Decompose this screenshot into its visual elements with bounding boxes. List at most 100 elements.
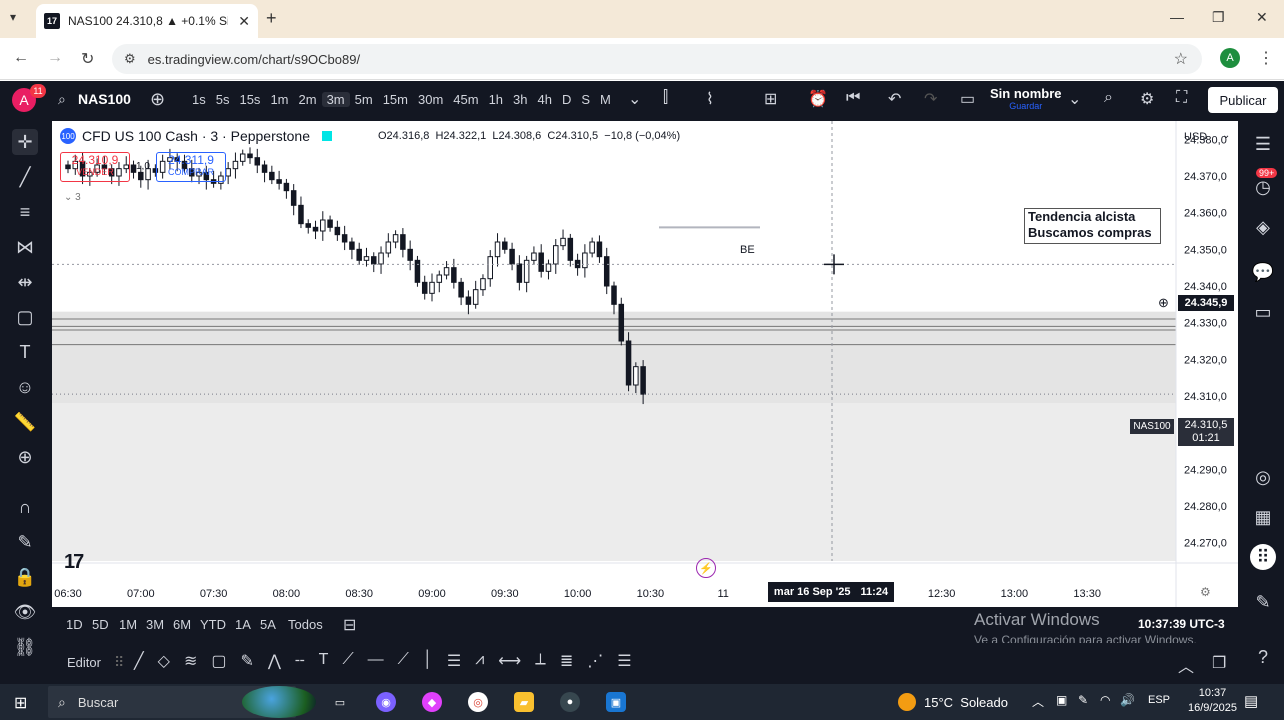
layout-square-icon[interactable]: ▭ — [960, 89, 975, 109]
undo-icon[interactable]: ↶ — [888, 89, 901, 109]
layers-icon[interactable]: ◈ — [1250, 214, 1276, 240]
layouts-icon[interactable]: ⊞ — [764, 89, 777, 109]
interval-1s[interactable]: 1s — [187, 92, 211, 107]
weather-widget[interactable]: 15°C Soleado — [898, 693, 1008, 711]
collapse-up-icon[interactable]: ︿ — [1178, 653, 1194, 677]
browser-menu-icon[interactable]: ⋮ — [1258, 48, 1274, 68]
path-tool-icon[interactable]: ⋀ — [268, 651, 281, 671]
channel-tool-icon[interactable]: ≋ — [184, 651, 197, 671]
interval-D[interactable]: D — [557, 92, 576, 107]
maximize-panel-icon[interactable]: ❐ — [1212, 653, 1226, 673]
interval-2m[interactable]: 2m — [294, 92, 322, 107]
currency-label[interactable]: USD — [1184, 131, 1207, 143]
interval-M[interactable]: M — [595, 92, 616, 107]
date-range-tool-icon[interactable]: ⟷ — [498, 651, 521, 671]
text-tool-icon[interactable]: T — [12, 339, 38, 365]
eye-icon[interactable]: 👁 — [12, 599, 38, 625]
interval-3h[interactable]: 3h — [508, 92, 532, 107]
zigzag-icon[interactable]: ⩘ — [475, 651, 484, 671]
shapes-tool-icon[interactable]: ▢ — [12, 304, 38, 330]
interval-5s[interactable]: 5s — [211, 92, 235, 107]
horizontal-line-icon[interactable]: — — [368, 651, 384, 671]
range-5A[interactable]: 5A — [260, 617, 276, 632]
diamond-tool-icon[interactable]: ◇ — [158, 651, 170, 671]
taskbar-clock[interactable]: 10:37 16/9/2025 — [1188, 686, 1237, 716]
close-tab-icon[interactable]: ✕ — [238, 13, 250, 30]
chrome-icon[interactable]: ◎ — [468, 692, 488, 712]
range-5D[interactable]: 5D — [92, 617, 109, 632]
buy-button[interactable]: 24.311,9 COMPRAR — [156, 152, 226, 182]
interval-15m[interactable]: 15m — [378, 92, 413, 107]
interval-5m[interactable]: 5m — [350, 92, 378, 107]
wifi-icon[interactable]: ◠ — [1100, 693, 1110, 707]
tab-search-chevron-icon[interactable]: ▾ — [10, 10, 16, 24]
chart-pen-icon[interactable]: ✎ — [1250, 589, 1276, 615]
task-view-icon[interactable]: ▭ — [330, 692, 350, 712]
indicators-icon[interactable]: ⌇ — [706, 89, 714, 109]
interval-dropdown-icon[interactable]: ⌄ — [628, 89, 641, 109]
line-tool-icon[interactable]: ╱ — [134, 651, 144, 671]
rect-tool-icon[interactable]: ▢ — [211, 651, 226, 671]
brush-tool-icon[interactable]: ✎ — [240, 651, 253, 671]
replay-icon[interactable]: ⏮ — [846, 89, 860, 107]
magnet-icon[interactable]: ∩ — [12, 494, 38, 520]
parallel-channel-icon[interactable]: ☰ — [447, 651, 461, 671]
utc-clock[interactable]: 10:37:39 UTC-3 — [1138, 617, 1225, 631]
back-icon[interactable]: ← — [13, 49, 29, 67]
notification-center-icon[interactable]: ▤ — [1244, 692, 1258, 710]
forecast-tool-icon[interactable]: ⇹ — [12, 269, 38, 295]
range-Todos[interactable]: Todos — [288, 617, 323, 632]
profile-avatar[interactable]: A — [1220, 48, 1240, 68]
fullscreen-icon[interactable]: ⛶ — [1176, 89, 1187, 107]
fib-channel-icon[interactable]: ≣ — [560, 651, 573, 671]
restore-icon[interactable]: ❐ — [1212, 9, 1225, 26]
compare-symbol-icon[interactable]: ⊕ — [150, 89, 165, 110]
obs-icon[interactable]: ● — [560, 692, 580, 712]
tray-pen-icon[interactable]: ✎ — [1078, 693, 1088, 707]
link-icon[interactable]: ⛓ — [12, 634, 38, 660]
range-YTD[interactable]: YTD — [200, 617, 226, 632]
more-tools-icon[interactable]: ☰ — [617, 651, 631, 671]
vertical-line-icon[interactable]: │ — [423, 651, 433, 671]
candle-type-icon[interactable]: ⫿ — [663, 89, 668, 107]
chat-icon[interactable]: 💬 — [1250, 259, 1276, 285]
range-1A[interactable]: 1A — [235, 617, 251, 632]
new-tab-icon[interactable]: + — [266, 8, 277, 29]
sell-button[interactable]: 24.310,9 VENDER — [60, 152, 130, 182]
site-info-icon[interactable]: ⚙ — [124, 51, 136, 67]
interval-3m[interactable]: 3m — [321, 92, 350, 107]
url-bar[interactable]: ⚙ es.tradingview.com/chart/s9OCbo89/ ☆ — [112, 44, 1202, 74]
zone-rect[interactable] — [52, 311, 1176, 404]
help-icon[interactable]: ? — [1250, 644, 1276, 670]
interval-45m[interactable]: 45m — [448, 92, 483, 107]
ideas-icon[interactable]: ▭ — [1250, 299, 1276, 325]
interval-15s[interactable]: 15s — [234, 92, 265, 107]
layout-dropdown-icon[interactable]: ⌄ — [1068, 89, 1081, 109]
teams-icon[interactable]: ◉ — [376, 692, 396, 712]
pencil-lock-icon[interactable]: ✎ — [12, 529, 38, 555]
range-1D[interactable]: 1D — [66, 617, 83, 632]
fib-tool-icon[interactable]: ≡ — [12, 199, 38, 225]
axis-settings-gear-icon[interactable]: ⚙ — [1200, 585, 1211, 599]
app-icon[interactable]: ▣ — [606, 692, 626, 712]
ruler-icon[interactable]: 📏 — [12, 409, 38, 435]
file-explorer-icon[interactable]: ▰ — [514, 692, 534, 712]
tray-camera-icon[interactable]: ▣ — [1056, 693, 1067, 707]
interval-1m[interactable]: 1m — [265, 92, 293, 107]
chart-panel[interactable]: 24.380,0 24.370,0 24.360,0 24.350,0 24.340,0… — [52, 121, 1238, 607]
volume-icon[interactable]: 🔊 — [1120, 693, 1135, 707]
ray-tool-icon[interactable]: ⟋ — [342, 651, 353, 671]
window-close-icon[interactable]: ✕ — [1256, 9, 1268, 26]
emoji-tool-icon[interactable]: ☺ — [12, 374, 38, 400]
tray-chevron-icon[interactable]: ︿ — [1032, 693, 1044, 710]
text-note-box[interactable]: Tendencia alcista Buscamos compras — [1024, 208, 1161, 244]
price-chart[interactable]: 24.380,024.370,024.360,024.350,024.340,0… — [52, 121, 1238, 607]
reload-icon[interactable]: ↻ — [81, 49, 94, 69]
zoom-in-icon[interactable]: ⊕ — [12, 444, 38, 470]
range-6M[interactable]: 6M — [173, 617, 191, 632]
symbol-name[interactable]: NAS100 — [78, 91, 131, 107]
settings-gear-icon[interactable]: ⚙ — [1140, 89, 1154, 109]
crosshair-tool-icon[interactable]: ✛ — [12, 129, 38, 155]
range-1M[interactable]: 1M — [119, 617, 137, 632]
watchlist-icon[interactable]: ☰ — [1250, 131, 1276, 157]
